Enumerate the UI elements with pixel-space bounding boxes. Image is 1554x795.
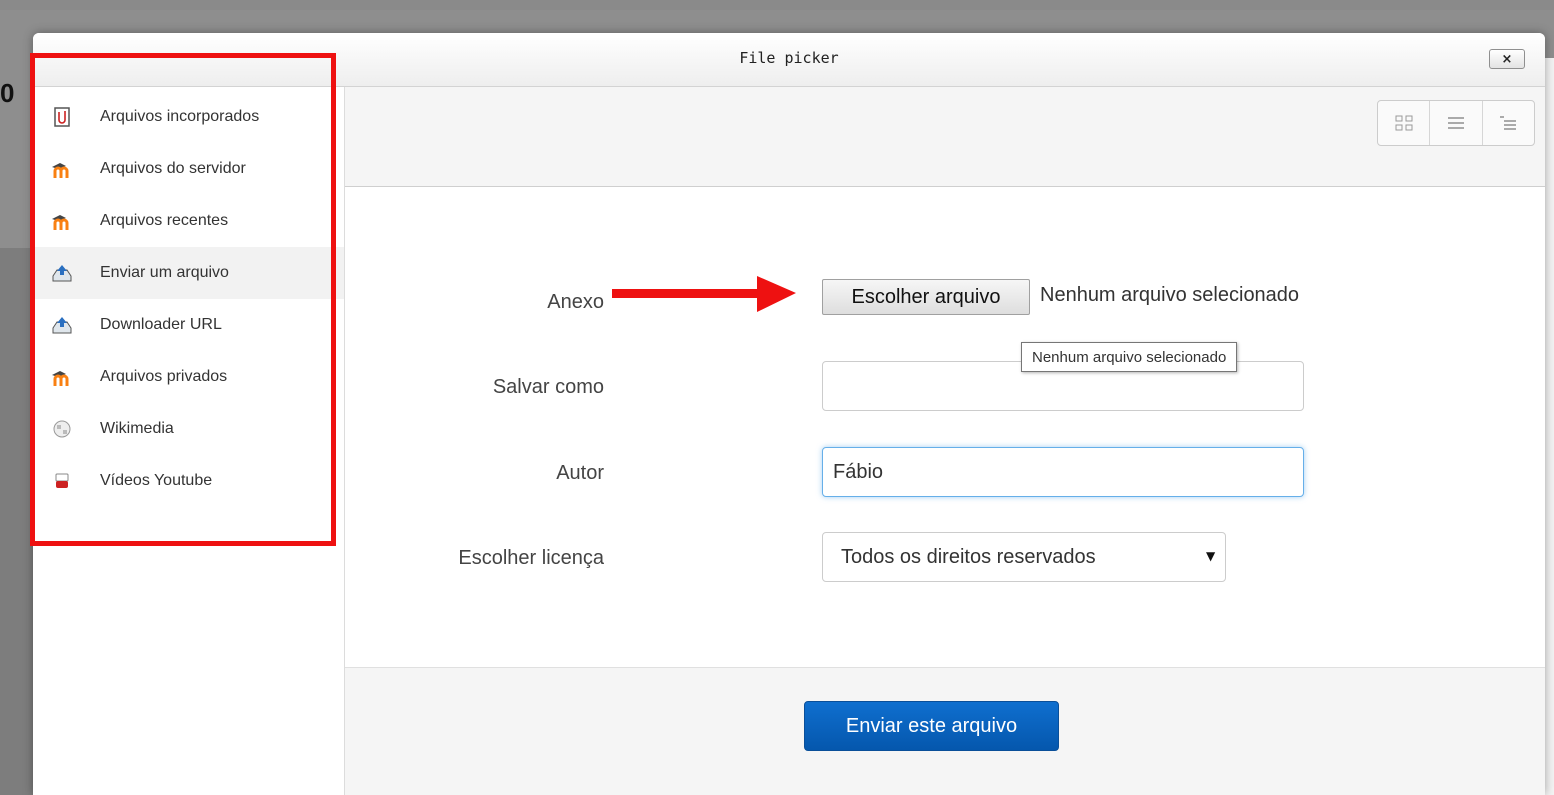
background-right-edge [1545,58,1554,795]
list-view-icon [1447,117,1464,129]
choose-file-button[interactable]: Escolher arquivo [822,279,1030,315]
license-label: Escolher licença [458,547,604,569]
view-list-button[interactable] [1430,101,1483,145]
author-input[interactable] [822,447,1304,497]
view-icons-button[interactable] [1378,101,1431,145]
file-status-text: Nenhum arquivo selecionado [1040,284,1300,306]
tree-view-icon [1500,116,1517,130]
view-tree-button[interactable] [1483,101,1534,145]
save-as-label: Salvar como [492,376,604,398]
red-arrow-icon [612,276,796,312]
attachment-label: Anexo [547,291,604,313]
view-switcher [1377,100,1535,146]
file-picker-toolbar [345,87,1545,187]
upload-file-button[interactable]: Enviar este arquivo [804,701,1059,751]
author-label: Autor [556,462,604,484]
background-text: 0 [0,78,15,108]
close-button[interactable]: × [1489,49,1525,69]
file-tooltip: Nenhum arquivo selecionado [1021,342,1238,372]
license-select-value: Todos os direitos reservados [841,546,1096,568]
dropdown-arrow-icon: ▼ [1206,549,1216,563]
red-highlight-box [30,53,336,546]
license-select[interactable]: Todos os direitos reservados ▼ [822,532,1226,582]
icons-view-icon [1395,115,1413,131]
